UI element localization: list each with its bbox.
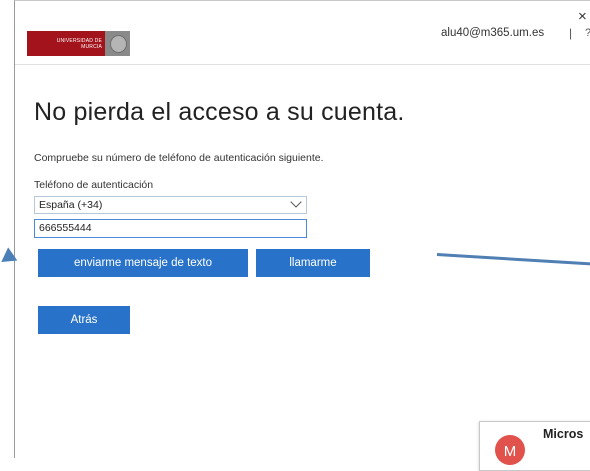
logo-line2: MURCIA [81,44,102,50]
header-separator: | [569,26,573,40]
logo-text: UNIVERSIDAD DE MURCIA [27,31,105,56]
country-code-select[interactable]: España (+34) [34,196,307,214]
page-title: No pierda el acceso a su cuenta. [34,98,405,126]
send-text-button[interactable]: enviarme mensaje de texto [38,249,248,277]
seal-icon [105,31,130,56]
toast-title: Micros [543,427,584,441]
phone-label: Teléfono de autenticación [34,179,154,191]
country-code-value: España (+34) [39,199,103,211]
chevron-down-icon [290,196,302,208]
back-button[interactable]: Atrás [38,306,130,334]
university-logo: UNIVERSIDAD DE MURCIA [27,31,130,56]
close-icon[interactable]: × [578,9,587,24]
user-email[interactable]: alu40@m365.um.es [441,27,544,39]
avatar: M [495,435,525,465]
instructions-text: Compruebe su número de teléfono de auten… [34,152,324,164]
call-me-button[interactable]: llamarme [256,249,370,277]
notification-toast[interactable]: M Micros [479,421,590,471]
help-link[interactable]: ? [585,27,590,39]
phone-number-input[interactable]: 666555444 [34,219,307,238]
